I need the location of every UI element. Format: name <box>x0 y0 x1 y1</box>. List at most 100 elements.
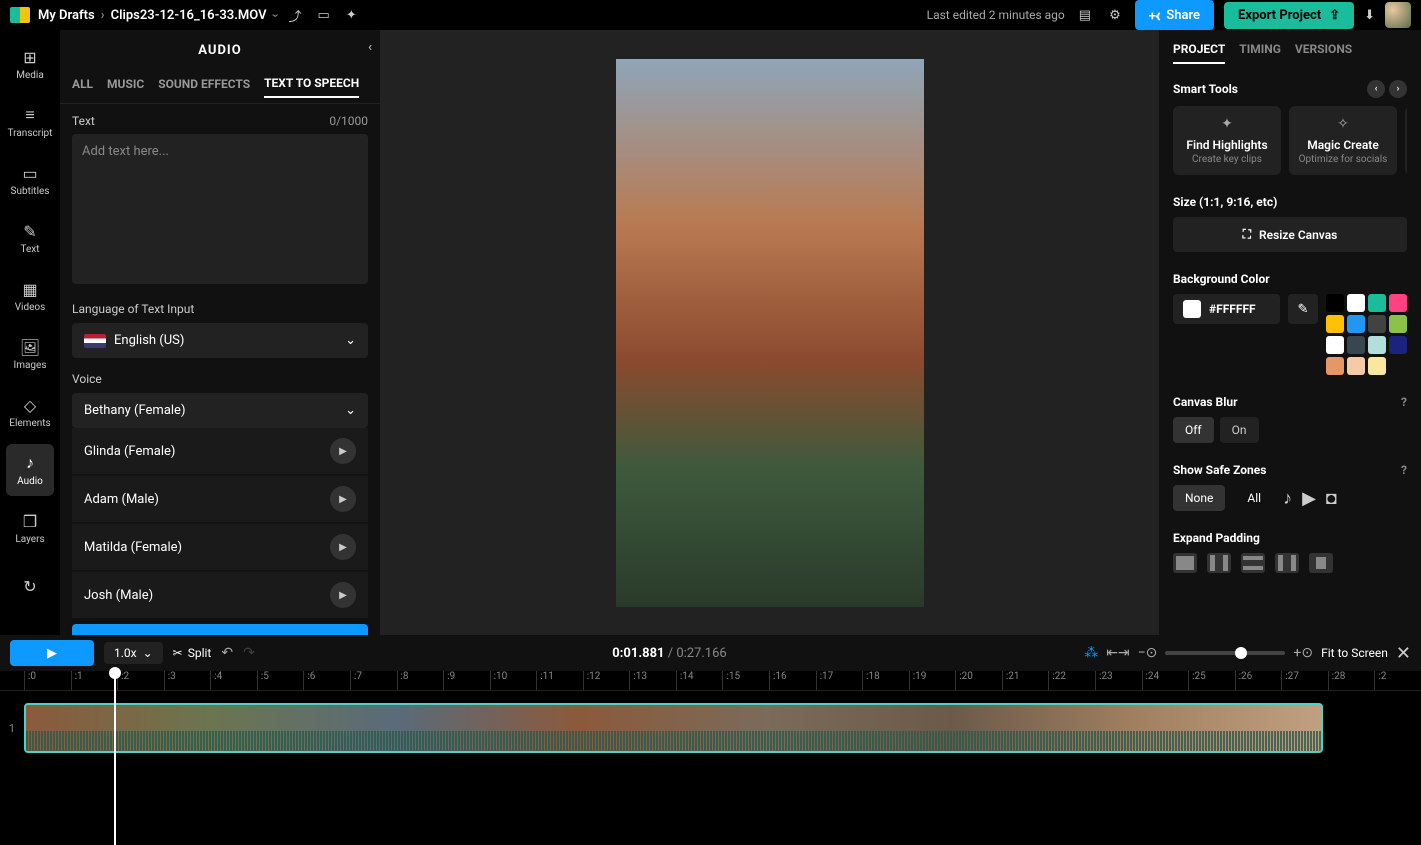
voice-select[interactable]: Bethany (Female) ⌄ <box>72 393 368 428</box>
split-button[interactable]: ✂Split <box>173 646 212 660</box>
chevron-down-icon[interactable]: › <box>267 13 282 17</box>
rtab-timing[interactable]: TIMING <box>1239 42 1281 64</box>
blur-off[interactable]: Off <box>1173 417 1214 443</box>
color-swatch[interactable] <box>1347 357 1365 375</box>
trim-icon[interactable]: ⇤⇥ <box>1106 645 1129 661</box>
voice-option[interactable]: Josh (Male)▶ <box>72 572 368 618</box>
rail-text[interactable]: ✎Text <box>6 212 54 264</box>
pad-full[interactable] <box>1173 553 1197 573</box>
color-swatch[interactable] <box>1347 294 1365 312</box>
zoom-in-icon[interactable]: +⊙ <box>1293 645 1313 661</box>
color-preview[interactable]: #FFFFFF <box>1173 294 1280 324</box>
rtab-project[interactable]: PROJECT <box>1173 42 1225 64</box>
color-swatch[interactable] <box>1368 357 1386 375</box>
color-swatch[interactable] <box>1347 336 1365 354</box>
pad-center[interactable] <box>1309 553 1333 573</box>
safe-all[interactable]: All <box>1235 485 1273 511</box>
upload-icon[interactable]: ⤴ <box>285 2 306 29</box>
color-swatch[interactable] <box>1368 336 1386 354</box>
voice-option[interactable]: Matilda (Female)▶ <box>72 524 368 570</box>
blur-on[interactable]: On <box>1220 417 1259 443</box>
smart-card-partial[interactable]: V <box>1405 106 1407 175</box>
color-swatch[interactable] <box>1326 357 1344 375</box>
voice-option[interactable]: Adam (Male)▶ <box>72 476 368 522</box>
rail-audio[interactable]: ♪Audio <box>6 444 54 496</box>
redo-icon[interactable]: ↷ <box>243 645 255 661</box>
magnet-icon[interactable]: ⁂ <box>1084 645 1098 661</box>
video-preview[interactable] <box>616 59 924 607</box>
comment-icon[interactable]: ▤ <box>1075 4 1095 27</box>
share-button[interactable]: +𐑬 Share <box>1135 0 1214 30</box>
breadcrumb-root[interactable]: My Drafts <box>38 8 95 23</box>
color-swatch[interactable] <box>1389 294 1407 312</box>
color-swatch[interactable] <box>1368 294 1386 312</box>
gear-icon[interactable]: ⚙ <box>1105 4 1125 27</box>
layers-icon: ❒ <box>23 512 37 531</box>
smart-magic-create[interactable]: ✧ Magic Create Optimize for socials <box>1289 106 1397 175</box>
play-icon[interactable]: ▶ <box>330 486 356 512</box>
help-icon[interactable]: ? <box>1401 463 1407 477</box>
rtab-versions[interactable]: VERSIONS <box>1295 42 1352 64</box>
rail-transcript[interactable]: ≡Transcript <box>6 96 54 148</box>
color-swatch[interactable] <box>1326 315 1344 333</box>
collapse-icon[interactable]: ‹ <box>368 40 372 55</box>
video-clip[interactable] <box>24 703 1323 753</box>
color-swatch[interactable] <box>1326 336 1344 354</box>
zoom-slider[interactable] <box>1165 651 1285 655</box>
next-icon[interactable]: › <box>1389 80 1407 98</box>
voice-option[interactable]: Glinda (Female)▶ <box>72 428 368 474</box>
color-swatch[interactable] <box>1368 315 1386 333</box>
playhead[interactable] <box>114 671 116 845</box>
speed-select[interactable]: 1.0x⌄ <box>104 642 163 664</box>
play-icon[interactable]: ▶ <box>330 582 356 608</box>
language-select[interactable]: English (US) ⌄ <box>72 323 368 358</box>
eyedropper-icon[interactable]: ✎ <box>1288 294 1318 324</box>
rail-layers[interactable]: ❒Layers <box>6 502 54 554</box>
color-swatch[interactable] <box>1389 315 1407 333</box>
avatar[interactable] <box>1385 2 1411 28</box>
tts-text-input[interactable] <box>72 134 368 284</box>
tab-sfx[interactable]: SOUND EFFECTS <box>158 77 250 97</box>
sparkle-icon[interactable]: ✦ <box>342 4 361 27</box>
rail-subtitles[interactable]: ▭Subtitles <box>6 154 54 206</box>
rail-images[interactable]: 🖼Images <box>6 328 54 380</box>
play-button[interactable]: ▶ <box>10 640 94 666</box>
close-icon[interactable]: ✕ <box>1396 643 1411 664</box>
undo-icon[interactable]: ↶ <box>221 645 233 661</box>
tiktok-icon[interactable]: ♪ <box>1283 488 1292 509</box>
instagram-icon[interactable]: ◘ <box>1326 488 1337 509</box>
timeline: :0:1:2:3:4:5:6:7:8:9:10:11:12:13:14:15:1… <box>0 671 1421 845</box>
tab-all[interactable]: ALL <box>72 77 93 97</box>
zoom-handle[interactable] <box>1235 647 1247 659</box>
prev-icon[interactable]: ‹ <box>1367 80 1385 98</box>
pad-left-right[interactable] <box>1207 553 1231 573</box>
help-icon[interactable]: ? <box>1401 395 1407 409</box>
notes-icon[interactable]: ▭ <box>314 4 334 27</box>
safe-none[interactable]: None <box>1173 485 1225 511</box>
rail-media[interactable]: ⊞Media <box>6 38 54 90</box>
tab-music[interactable]: MUSIC <box>107 77 144 97</box>
fit-to-screen[interactable]: Fit to Screen <box>1321 646 1388 660</box>
play-icon[interactable]: ▶ <box>330 438 356 464</box>
youtube-icon[interactable]: ▶ <box>1302 488 1316 509</box>
pad-sides[interactable] <box>1275 553 1299 573</box>
rail-videos[interactable]: ▦Videos <box>6 270 54 322</box>
color-swatch[interactable] <box>1389 336 1407 354</box>
color-swatch[interactable] <box>1326 294 1344 312</box>
pad-top-bottom[interactable] <box>1241 553 1265 573</box>
zoom-out-icon[interactable]: −⊙ <box>1138 645 1158 661</box>
add-voice-button[interactable]: ＋ Add new Voice <box>72 624 368 635</box>
ruler[interactable]: :0:1:2:3:4:5:6:7:8:9:10:11:12:13:14:15:1… <box>0 671 1421 691</box>
tab-tts[interactable]: TEXT TO SPEECH <box>264 76 359 98</box>
rail-elements[interactable]: ◇Elements <box>6 386 54 438</box>
export-button[interactable]: Export Project ⇪ <box>1224 2 1354 29</box>
smart-find-highlights[interactable]: ✦ Find Highlights Create key clips <box>1173 106 1281 175</box>
play-icon[interactable]: ▶ <box>330 534 356 560</box>
breadcrumb-file[interactable]: Clips23-12-16_16-33.MOV <box>111 8 267 23</box>
color-swatch[interactable] <box>1347 315 1365 333</box>
download-icon[interactable]: ⬇ <box>1364 8 1375 23</box>
ruler-tick: :3 <box>164 671 211 690</box>
app-logo[interactable] <box>10 7 30 23</box>
rail-more[interactable]: ↻ <box>6 560 54 612</box>
resize-canvas-button[interactable]: ⛶ Resize Canvas <box>1173 217 1407 252</box>
